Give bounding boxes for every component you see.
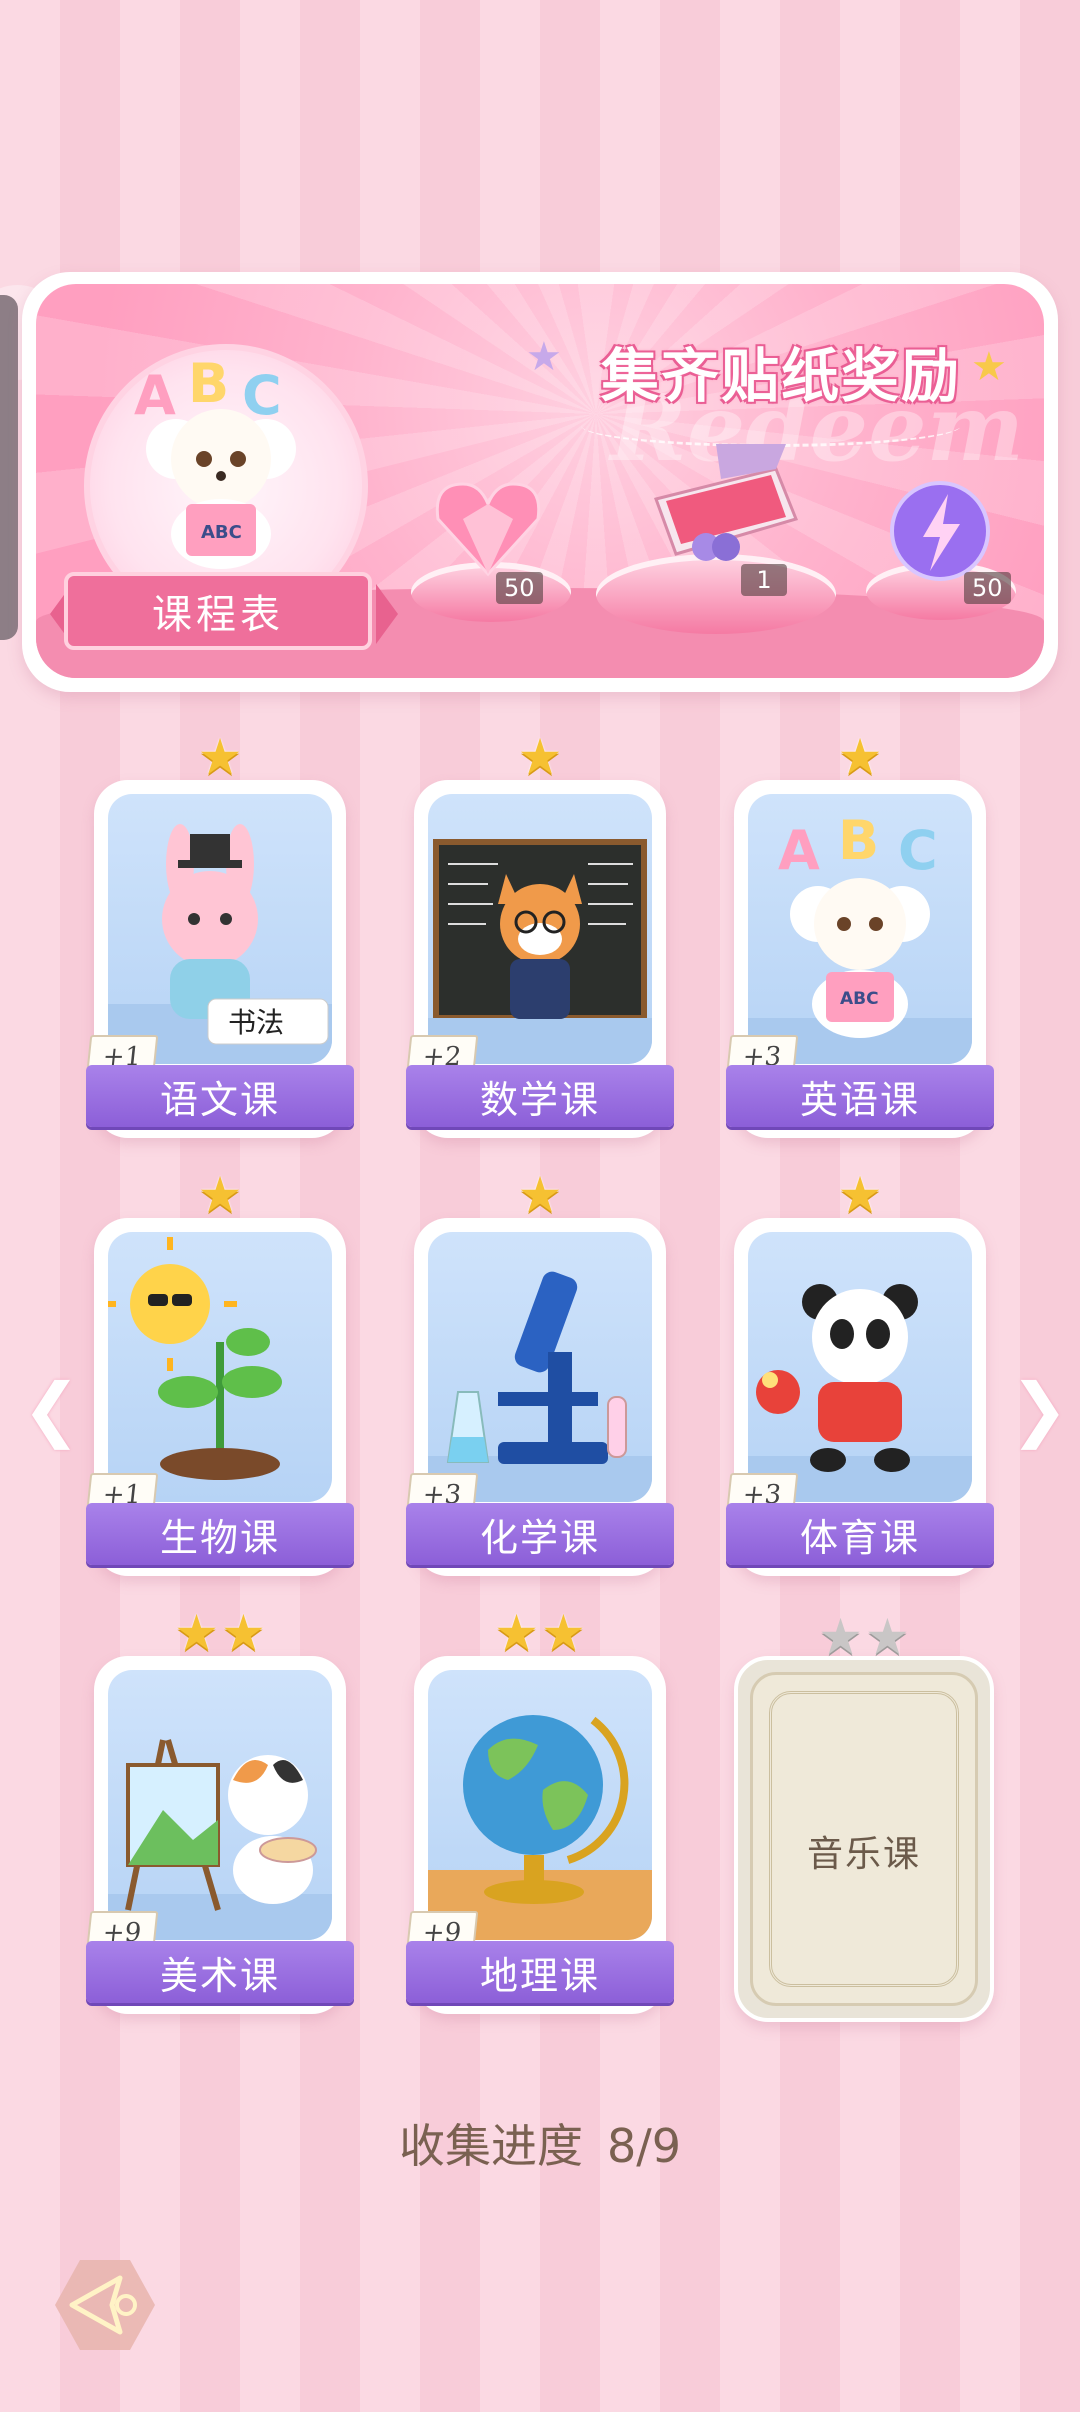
svg-text:B: B: [838, 809, 879, 872]
microscope-icon: [428, 1271, 652, 1502]
svg-text:C: C: [898, 819, 938, 882]
star-icon: ★: [541, 1604, 586, 1662]
sticker-card[interactable]: ★ +3 体育课: [725, 1170, 994, 1576]
card-name: 化学课: [406, 1503, 674, 1565]
star-icon: ★: [197, 728, 243, 786]
cat-painter-icon: [108, 1739, 332, 1940]
svg-text:A: A: [134, 364, 176, 427]
svg-text:书法: 书法: [228, 1006, 284, 1039]
progress-label: 收集进度: [398, 2119, 583, 2173]
card-star-rating: ★ ★: [94, 1608, 346, 1658]
bunny-calligraphy-icon: 书法: [108, 824, 332, 1064]
sticker-card[interactable]: ★ A B C ABC +3 英语课: [725, 732, 994, 1138]
card-star-rating: ★: [414, 1170, 666, 1220]
star-icon: ★: [517, 1166, 563, 1224]
sticker-card[interactable]: ★ +3 化学课: [405, 1170, 674, 1576]
svg-text:B: B: [188, 352, 229, 415]
star-icon: ★: [837, 1166, 883, 1224]
card-name: 英语课: [726, 1065, 994, 1127]
globe-icon: [428, 1715, 652, 1940]
card-star-rating: ★: [734, 732, 986, 782]
card-name: 地理课: [406, 1941, 674, 2003]
poodle-reading-icon: A B C ABC: [134, 352, 296, 569]
svg-text:A: A: [778, 819, 820, 882]
energy-orb-count: 50: [964, 572, 1011, 604]
schedule-label[interactable]: 课程表: [64, 572, 372, 650]
card-name: 数学课: [406, 1065, 674, 1127]
sun-sprout-icon: [108, 1237, 282, 1480]
card-name: 音乐课: [806, 1834, 921, 1875]
sticker-card[interactable]: ★ 书法 +1 语文课: [85, 732, 354, 1138]
collection-progress: 收集进度 8/9: [0, 2110, 1080, 2176]
card-star-rating: ★: [94, 732, 346, 782]
svg-text:ABC: ABC: [201, 522, 242, 543]
heart-gem-count: 50: [496, 572, 543, 604]
star-icon: ★: [221, 1604, 266, 1662]
chevron-left-icon[interactable]: ❮: [22, 1368, 81, 1450]
card-name: 语文课: [86, 1065, 354, 1127]
star-icon: ★: [494, 1604, 539, 1662]
card-name: 生物课: [86, 1503, 354, 1565]
star-icon: ★: [837, 728, 883, 786]
poodle-abc-icon: A B C ABC: [748, 809, 972, 1064]
star-icon: ★: [174, 1604, 219, 1662]
side-drawer-handle[interactable]: [0, 295, 18, 640]
card-star-rating: ★: [734, 1170, 986, 1220]
star-icon: ★: [197, 1166, 243, 1224]
back-button[interactable]: [50, 2250, 160, 2360]
locked-sticker-card[interactable]: ★ ★ 音乐课: [734, 1612, 994, 2022]
sticker-card[interactable]: ★ ★ +9 地理课: [405, 1608, 674, 2014]
card-name: 美术课: [86, 1941, 354, 2003]
card-star-rating: ★ ★: [414, 1608, 666, 1658]
star-icon: ★: [517, 728, 563, 786]
pink-heart-gem-icon[interactable]: [428, 474, 548, 584]
star-empty-icon: ★: [865, 1608, 910, 1666]
card-name: 体育课: [726, 1503, 994, 1565]
card-star-rating: ★: [94, 1170, 346, 1220]
star-icon: ★: [971, 344, 1007, 390]
sticker-card[interactable]: ★ +1 生物课: [85, 1170, 354, 1576]
sticker-card[interactable]: ★ ★ +9 美术课: [85, 1608, 354, 2014]
chevron-right-icon[interactable]: ❯: [1010, 1368, 1069, 1450]
purple-energy-orb-icon[interactable]: [888, 479, 993, 584]
star-empty-icon: ★: [818, 1608, 863, 1666]
sticker-card[interactable]: ★ +2 数学课: [405, 732, 674, 1138]
gift-box-icon[interactable]: [626, 439, 806, 569]
gift-box-count: 1: [741, 564, 787, 596]
progress-value: 8/9: [606, 2119, 682, 2173]
reward-banner: Redeem ★ 集齐贴纸奖励 ★ A B C ABC 课程表 50 1 50: [22, 272, 1058, 692]
svg-text:ABC: ABC: [840, 989, 879, 1009]
star-icon: ★: [526, 334, 562, 380]
panda-pingpong-icon: [748, 1284, 972, 1502]
fox-teacher-icon: [428, 839, 652, 1064]
card-star-rating: ★: [414, 732, 666, 782]
card-star-rating: ★ ★: [738, 1612, 990, 1662]
banner-title: 集齐贴纸奖励: [600, 342, 961, 410]
back-arrow-icon: [55, 2260, 155, 2350]
